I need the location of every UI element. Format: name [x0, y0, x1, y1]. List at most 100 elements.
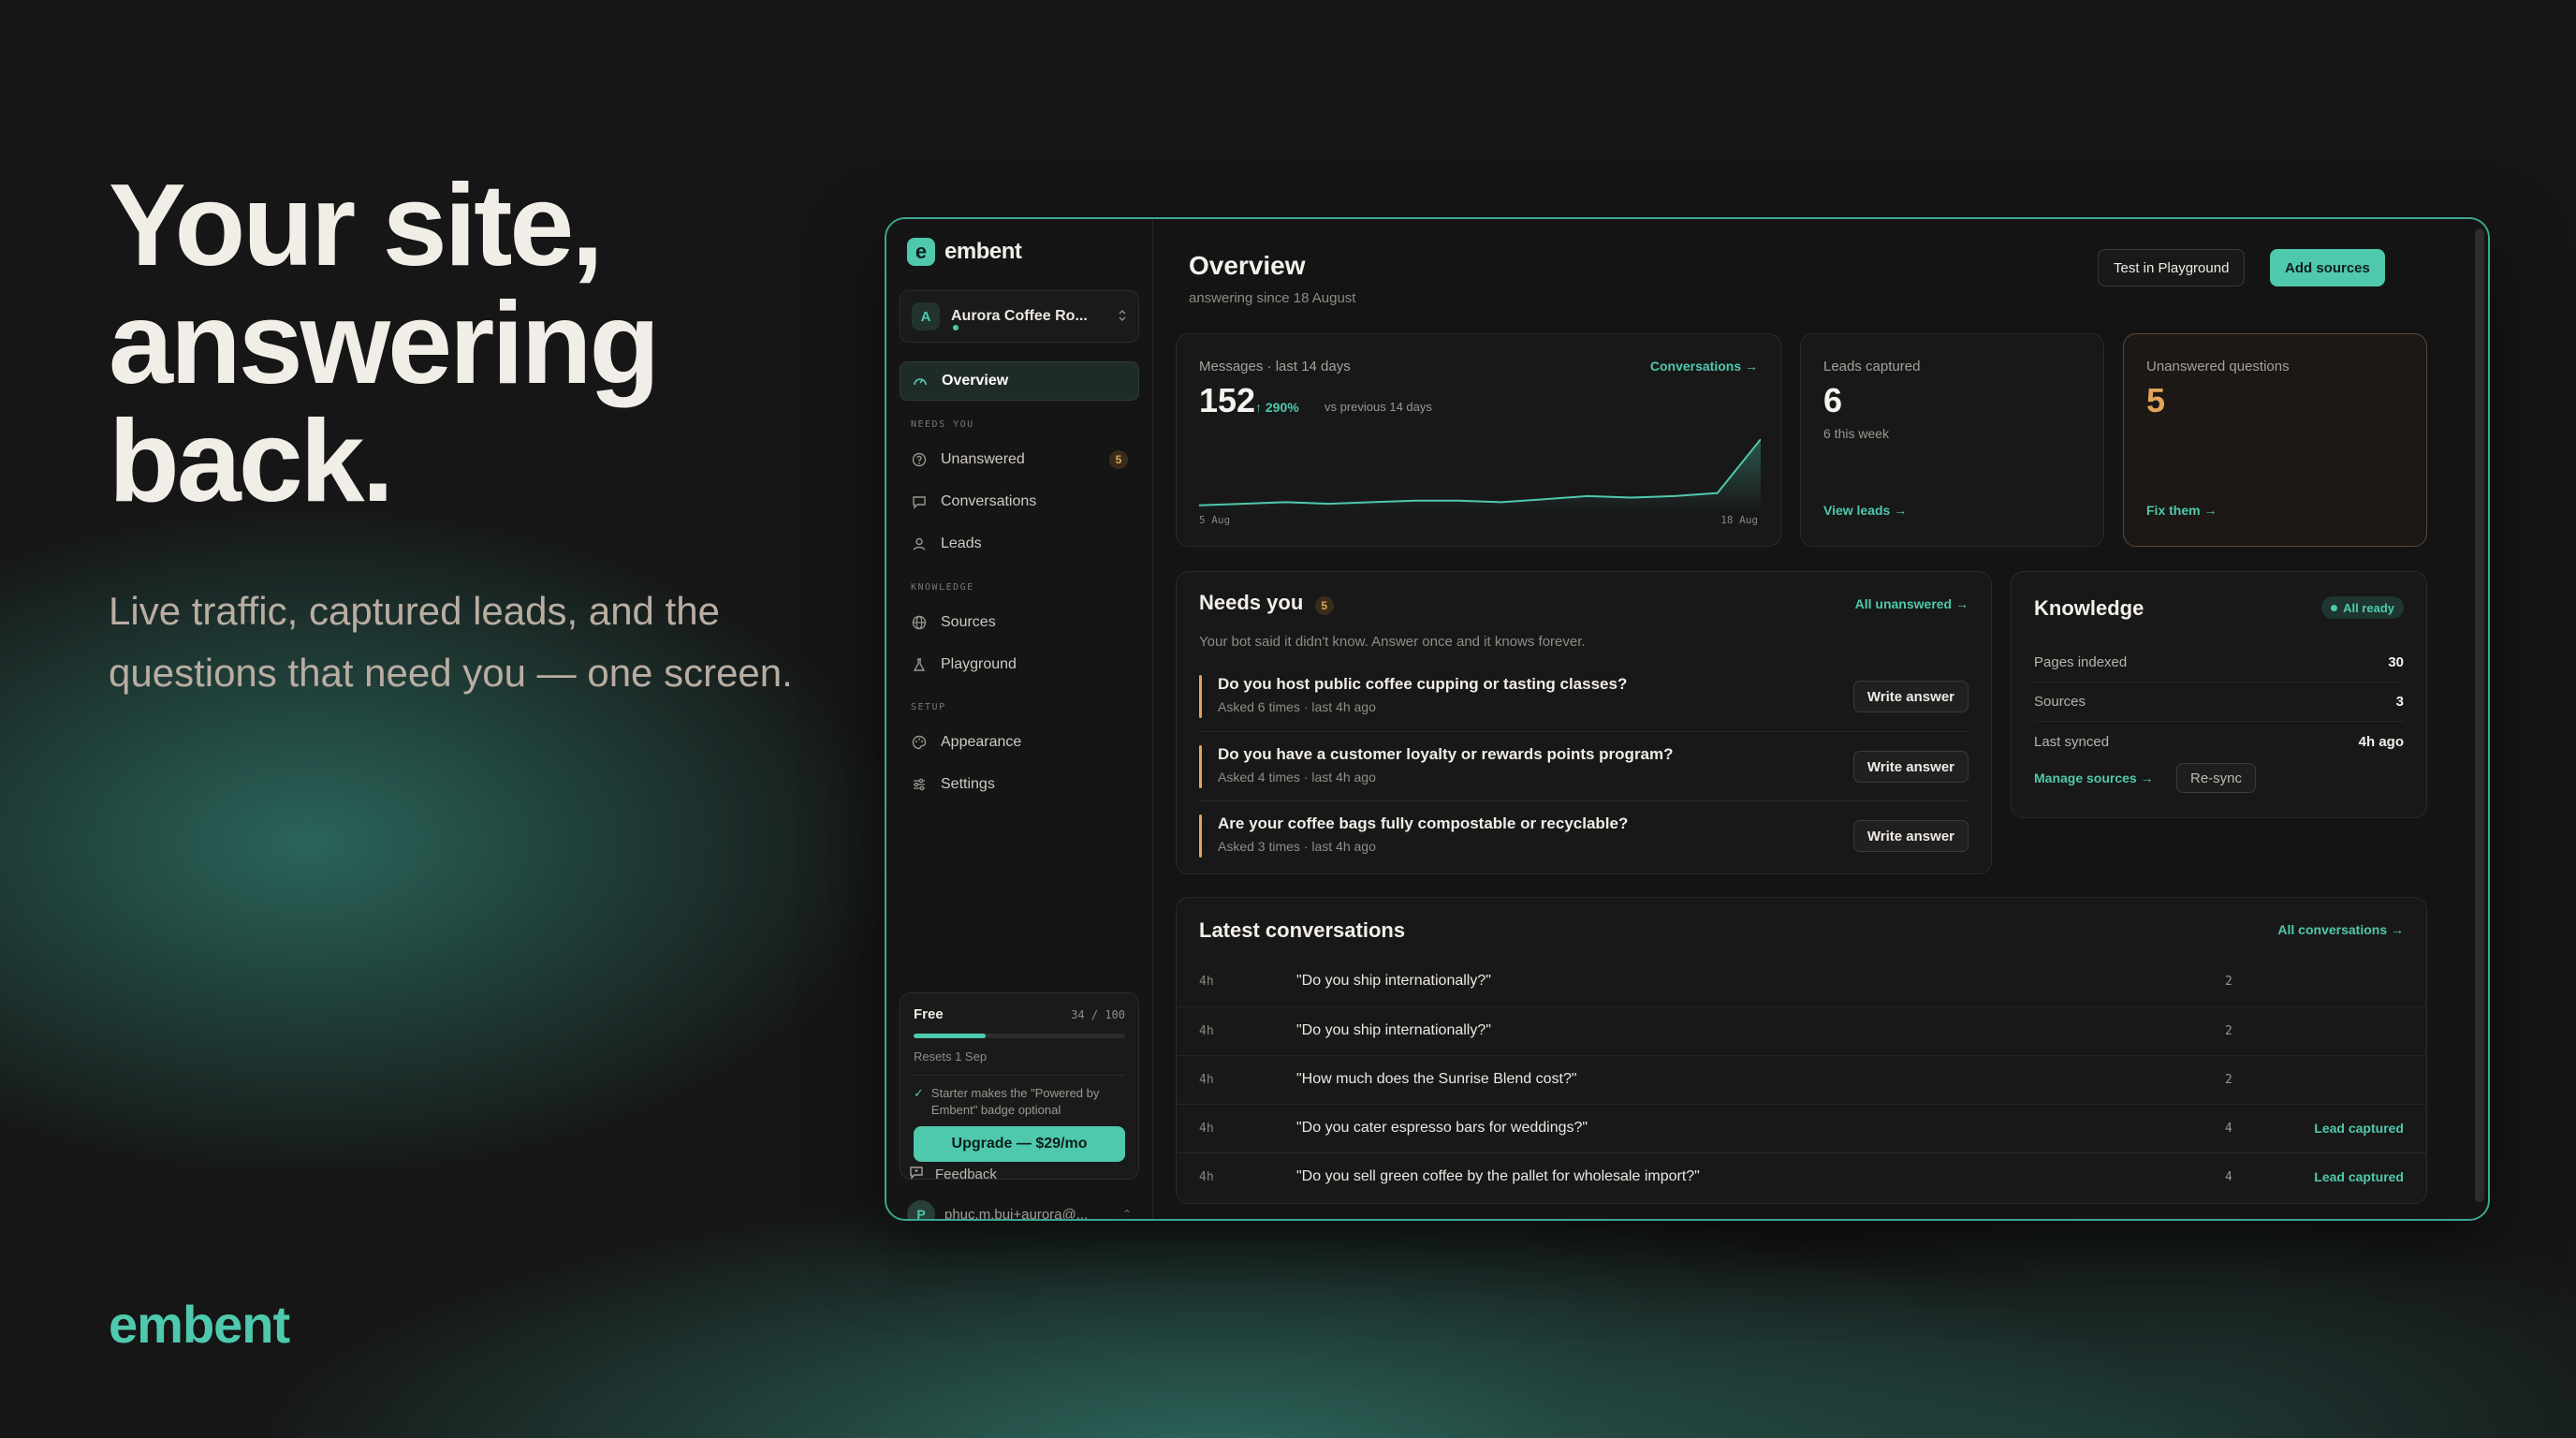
- conversation-message-count: 4: [2225, 1170, 2232, 1184]
- conversation-time: 4h: [1199, 1170, 1214, 1184]
- conversations-link[interactable]: Conversations →: [1650, 359, 1758, 374]
- sliders-icon: [911, 776, 928, 793]
- stat-value: 3: [2395, 694, 2404, 710]
- feedback-link[interactable]: Feedback: [909, 1165, 997, 1183]
- chevron-updown-icon: [1118, 308, 1127, 326]
- plan-note: ✓ Starter makes the "Powered by Embent" …: [914, 1085, 1125, 1119]
- unanswered-count: 5: [2146, 381, 2166, 419]
- add-sources-button[interactable]: Add sources: [2270, 249, 2385, 286]
- nav-playground[interactable]: Playground: [900, 645, 1139, 684]
- leads-label: Leads captured: [1823, 359, 1921, 374]
- stat-label: Pages indexed: [2034, 654, 2128, 670]
- conversation-text: "How much does the Sunrise Blend cost?": [1296, 1071, 1577, 1087]
- user-menu[interactable]: P phuc.m.bui+aurora@... ⌃: [907, 1200, 1141, 1221]
- workspace-switcher[interactable]: A Aurora Coffee Ro...: [900, 290, 1139, 343]
- needs-you-title: Needs you: [1199, 591, 1304, 614]
- latest-conversations-title: Latest conversations: [1199, 918, 1406, 942]
- needs-you-count-badge: 5: [1314, 595, 1334, 615]
- conversation-text: "Do you ship internationally?": [1296, 1022, 1491, 1038]
- priority-bar: [1199, 745, 1202, 788]
- nav-sources[interactable]: Sources: [900, 603, 1139, 642]
- messages-sparkline-chart: [1199, 438, 1761, 512]
- nav-label: Leads: [941, 536, 982, 551]
- question-row: Do you have a customer loyalty or reward…: [1199, 731, 1969, 800]
- fix-them-link[interactable]: Fix them →: [2146, 503, 2217, 518]
- nav-label: Appearance: [941, 734, 1022, 750]
- app-logo[interactable]: e embent: [907, 238, 1022, 266]
- x-tick-end: 18 Aug: [1720, 514, 1758, 526]
- unanswered-card: Unanswered questions 5 Fix them →: [2123, 333, 2427, 547]
- palette-icon: [911, 734, 928, 751]
- plan-usage-bar: [914, 1034, 1125, 1038]
- upgrade-button[interactable]: Upgrade — $29/mo: [914, 1126, 1125, 1162]
- messages-count: 152: [1199, 381, 1256, 419]
- page-title: Overview: [1189, 251, 1306, 280]
- view-leads-link[interactable]: View leads →: [1823, 503, 1907, 518]
- user-icon: [911, 536, 928, 552]
- stat-row-sources: Sources 3: [2034, 682, 2404, 722]
- scrollbar[interactable]: [2475, 228, 2484, 1202]
- nav-unanswered[interactable]: Unanswered 5: [900, 440, 1139, 479]
- chat-icon: [911, 493, 928, 510]
- table-row[interactable]: 4h "Do you ship internationally?" 2: [1177, 958, 2426, 1006]
- leads-count: 6: [1823, 381, 1843, 419]
- stat-label: Sources: [2034, 694, 2086, 710]
- chart-series-line: [1199, 438, 1761, 506]
- question-text: Do you have a customer loyalty or reward…: [1218, 745, 1674, 763]
- question-row: Do you host public coffee cupping or tas…: [1199, 662, 1969, 731]
- conversation-text: "Do you sell green coffee by the pallet …: [1296, 1168, 1700, 1184]
- all-conversations-link[interactable]: All conversations →: [2277, 922, 2404, 937]
- conversation-message-count: 2: [2225, 975, 2232, 989]
- test-in-playground-button[interactable]: Test in Playground: [2098, 249, 2246, 286]
- leads-sub: 6 this week: [1823, 426, 1890, 441]
- nav-section-knowledge: KNOWLEDGE: [911, 582, 974, 593]
- conversation-message-count: 4: [2225, 1122, 2232, 1136]
- messages-card: Messages · last 14 days Conversations → …: [1176, 333, 1781, 547]
- stat-row-pages: Pages indexed 30: [2034, 643, 2404, 682]
- hero-title-line: back.: [109, 397, 394, 526]
- chevron-up-icon: ⌃: [1122, 1208, 1133, 1221]
- question-text: Are your coffee bags fully compostable o…: [1218, 814, 1629, 832]
- workspace-avatar: A: [912, 302, 940, 330]
- write-answer-button[interactable]: Write answer: [1852, 681, 1969, 712]
- table-row[interactable]: 4h "How much does the Sunrise Blend cost…: [1177, 1055, 2426, 1104]
- hero-title: Your site, answering back.: [109, 167, 820, 521]
- conversation-time: 4h: [1199, 1122, 1214, 1136]
- table-row[interactable]: 4h "Do you sell green coffee by the pall…: [1177, 1152, 2426, 1201]
- resync-button[interactable]: Re-sync: [2176, 763, 2257, 793]
- conversation-time: 4h: [1199, 1024, 1214, 1038]
- manage-sources-link[interactable]: Manage sources →: [2034, 770, 2154, 785]
- logo-icon: e: [907, 238, 935, 266]
- hero-subtitle: Live traffic, captured leads, and the qu…: [109, 589, 793, 695]
- question-circle-icon: [911, 451, 928, 468]
- plan-usage-bar-fill: [914, 1034, 986, 1038]
- nav-leads[interactable]: Leads: [900, 524, 1139, 564]
- table-row[interactable]: 4h "Do you ship internationally?" 2: [1177, 1006, 2426, 1055]
- nav-section-needs-you: NEEDS YOU: [911, 419, 974, 430]
- all-unanswered-link[interactable]: All unanswered →: [1855, 596, 1969, 611]
- table-row[interactable]: 4h "Do you cater espresso bars for weddi…: [1177, 1104, 2426, 1152]
- question-meta: Asked 4 times · last 4h ago: [1218, 770, 1376, 785]
- unanswered-count-badge: 5: [1109, 450, 1128, 469]
- write-answer-button[interactable]: Write answer: [1852, 820, 1969, 852]
- needs-you-description: Your bot said it didn't know. Answer onc…: [1199, 634, 1586, 650]
- messages-trend-note: vs previous 14 days: [1325, 400, 1432, 414]
- feedback-icon: [909, 1165, 924, 1183]
- main-content: Overview answering since 18 August Test …: [1153, 219, 2488, 1219]
- workspace-status-dot-icon: [953, 325, 959, 330]
- nav-settings[interactable]: Settings: [900, 765, 1139, 804]
- stat-row-synced: Last synced 4h ago: [2034, 722, 2404, 761]
- latest-conversations-card: Latest conversations All conversations →…: [1176, 897, 2427, 1204]
- feedback-label: Feedback: [935, 1166, 997, 1182]
- nav-appearance[interactable]: Appearance: [900, 723, 1139, 762]
- question-meta: Asked 6 times · last 4h ago: [1218, 699, 1376, 714]
- write-answer-button[interactable]: Write answer: [1852, 751, 1969, 783]
- messages-trend: ↑ 290%: [1255, 400, 1299, 415]
- x-tick-start: 5 Aug: [1199, 514, 1231, 526]
- status-text: All ready: [2343, 600, 2394, 615]
- user-email: phuc.m.bui+aurora@...: [944, 1206, 1089, 1221]
- nav-overview[interactable]: Overview: [900, 361, 1139, 401]
- flask-icon: [911, 656, 928, 673]
- nav-conversations[interactable]: Conversations: [900, 482, 1139, 521]
- nav-label: Unanswered: [941, 451, 1025, 467]
